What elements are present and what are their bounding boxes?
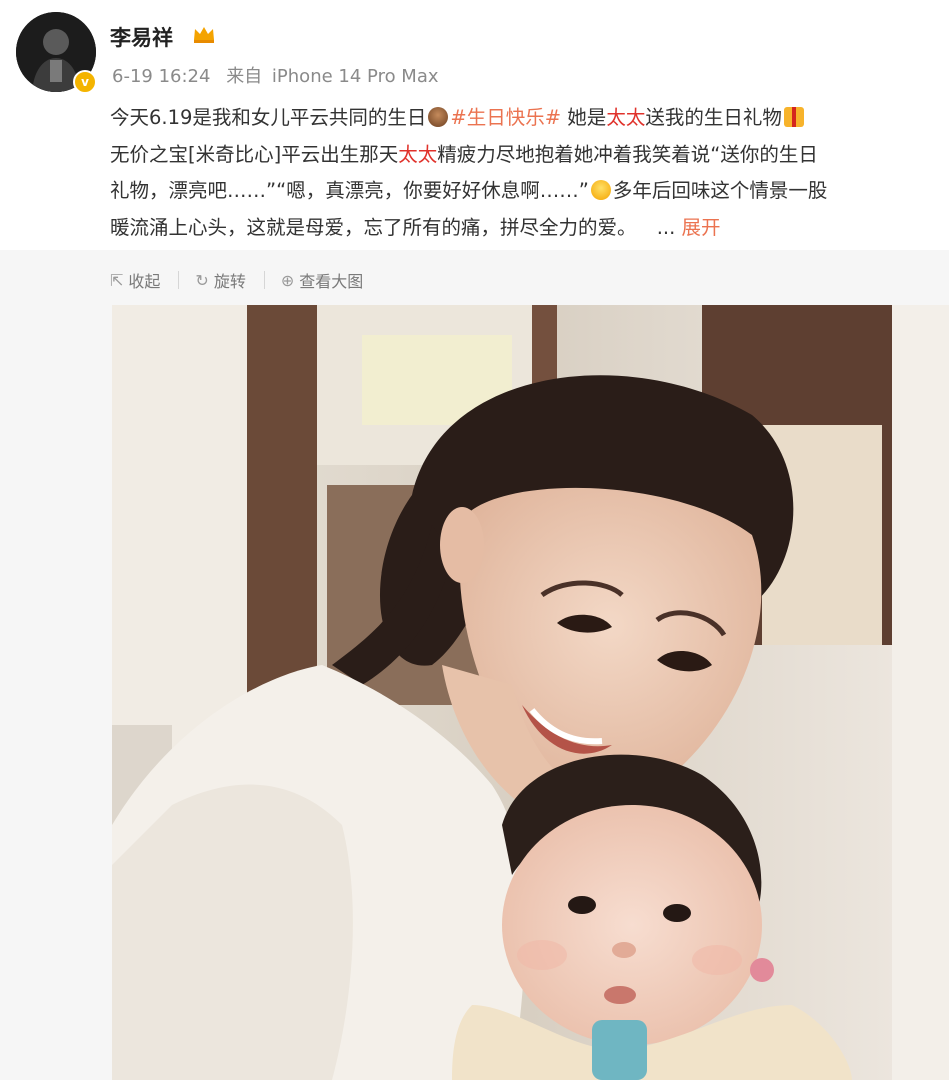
post-line: 暖流涌上心头，这就是母爱，忘了所有的痛，拼尽全力的爱。 ... 展开 <box>110 215 721 239</box>
rotate-button[interactable]: ↻ 旋转 <box>195 268 263 292</box>
crying-emoji-icon <box>590 180 611 200</box>
post-line: 今天6.19是我和女儿平云共同的生日 #生日快乐# 她是太太送我的生日礼物 <box>110 100 949 137</box>
device-source: iPhone 14 Pro Max <box>271 66 439 87</box>
photo-mother-and-baby <box>112 305 949 1080</box>
source-prefix: 来自 <box>226 66 263 87</box>
cake-emoji-icon <box>428 107 449 127</box>
weibo-post: v 李易祥 6-19 16:24 来自 iPhone 14 Pro Max 今天… <box>0 0 949 1080</box>
username[interactable]: 李易祥 <box>110 22 173 52</box>
ellipsis: ... <box>656 215 676 239</box>
view-large-button[interactable]: ⊕ 查看大图 <box>281 268 381 292</box>
collapse-icon: ⇱ <box>110 270 124 290</box>
collapse-button[interactable]: ⇱ 收起 <box>110 268 178 292</box>
media-toolbar: ⇱ 收起 ↻ 旋转 ⊕ 查看大图 <box>110 268 381 292</box>
rotate-icon: ↻ <box>195 270 209 290</box>
post-line: 礼物，漂亮吧……”“嗯，真漂亮，你要好好休息啊……” 多年后回味这个情景一股 <box>110 179 828 202</box>
highlight-text: 太太 <box>606 106 646 129</box>
verified-badge-icon: v <box>73 70 97 94</box>
crown-icon <box>194 27 214 43</box>
post-line: 无价之宝[米奇比心]平云出生那天太太精疲力尽地抱着她冲着我笑着说“送你的生日 <box>110 142 818 166</box>
expand-link[interactable]: 展开 <box>682 216 721 239</box>
divider <box>263 271 265 289</box>
highlight-text: 太太 <box>398 142 438 166</box>
post-photo[interactable] <box>112 305 949 1080</box>
gift-emoji-icon <box>783 107 804 127</box>
post-meta: 6-19 16:24 来自 iPhone 14 Pro Max <box>112 62 449 88</box>
zoom-icon: ⊕ <box>280 270 295 290</box>
post-text: 今天6.19是我和女儿平云共同的生日 #生日快乐# 她是太太送我的生日礼物 无价之… <box>110 100 949 246</box>
hashtag-link[interactable]: #生日快乐# <box>450 106 561 129</box>
post-time[interactable]: 6-19 16:24 <box>112 66 210 87</box>
divider <box>178 271 180 289</box>
